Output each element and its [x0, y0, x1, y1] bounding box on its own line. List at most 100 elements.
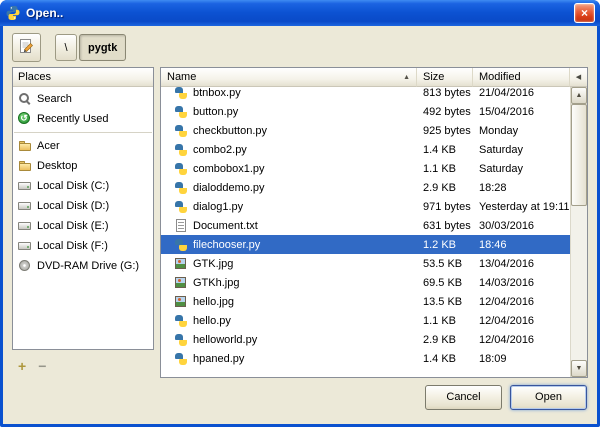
file-row[interactable]: dialoddemo.py 2.9 KB 18:28 [161, 178, 570, 197]
recent-icon [17, 112, 32, 126]
file-name: button.py [193, 105, 239, 118]
jpg-icon [174, 276, 188, 290]
file-name: hello.py [193, 314, 231, 327]
file-name: combobox1.py [193, 162, 265, 175]
file-list-body: btnbox.py 813 bytes 21/04/2016 button.py… [161, 87, 570, 377]
cancel-button[interactable]: Cancel [425, 384, 502, 410]
place-item[interactable]: Local Disk (C:) [13, 176, 153, 196]
file-modified: Saturday [479, 143, 524, 156]
file-size: 2.9 KB [423, 181, 457, 194]
disk-icon [18, 179, 32, 193]
file-size: 53.5 KB [423, 257, 463, 270]
py-icon [174, 105, 188, 119]
remove-place-button[interactable]: − [38, 359, 46, 373]
folder-icon [18, 139, 32, 153]
file-size: 925 bytes [423, 124, 471, 137]
py-icon [174, 238, 188, 252]
file-row[interactable]: GTK.jpg 53.5 KB 13/04/2016 [161, 254, 570, 273]
file-size: 2.9 KB [423, 333, 457, 346]
file-row[interactable]: filechooser.py 1.2 KB 18:46 [161, 235, 570, 254]
place-item[interactable]: Acer [13, 136, 153, 156]
place-item[interactable]: DVD-RAM Drive (G:) [13, 256, 153, 276]
file-row[interactable]: combo2.py 1.4 KB Saturday [161, 140, 570, 159]
place-label: Search [37, 93, 72, 105]
file-row[interactable]: checkbutton.py 925 bytes Monday [161, 121, 570, 140]
scrollbar-thumb[interactable] [571, 104, 587, 206]
file-size: 492 bytes [423, 105, 471, 118]
file-modified: 21/04/2016 [479, 87, 535, 99]
size-column-label: Size [423, 71, 445, 83]
sort-ascending-icon: ▲ [403, 73, 410, 81]
file-name: dialog1.py [193, 200, 244, 213]
column-header-size[interactable]: Size [417, 68, 473, 87]
py-icon [174, 181, 188, 195]
file-modified: 18:28 [479, 181, 507, 194]
file-name: helloworld.py [193, 333, 258, 346]
place-label: Desktop [37, 160, 78, 172]
scroll-up-button[interactable]: ▲ [571, 87, 587, 104]
file-row[interactable]: hpaned.py 1.4 KB 18:09 [161, 349, 570, 368]
column-scroll-left-button[interactable]: ◀ [570, 68, 587, 87]
file-name: btnbox.py [193, 87, 241, 99]
open-button[interactable]: Open [510, 384, 587, 410]
file-size: 1.4 KB [423, 143, 457, 156]
scroll-down-button[interactable]: ▼ [571, 360, 587, 377]
pencil-icon [18, 38, 35, 58]
name-column-label: Name [167, 71, 197, 83]
place-item[interactable]: Search [13, 89, 153, 109]
places-header-label: Places [18, 71, 52, 83]
dialog-footer: Cancel Open [3, 378, 597, 424]
file-name: Document.txt [193, 219, 258, 232]
place-label: Acer [37, 140, 60, 152]
places-header[interactable]: Places [13, 68, 153, 87]
file-row[interactable]: hello.jpg 13.5 KB 12/04/2016 [161, 292, 570, 311]
place-item[interactable]: Local Disk (D:) [13, 196, 153, 216]
minus-icon: − [38, 358, 47, 374]
titlebar[interactable]: Open.. × [0, 0, 600, 26]
place-item[interactable]: Local Disk (E:) [13, 216, 153, 236]
jpg-icon [174, 295, 188, 309]
file-row[interactable]: GTKh.jpg 69.5 KB 14/03/2016 [161, 273, 570, 292]
type-filename-button[interactable] [12, 33, 41, 62]
file-row[interactable]: btnbox.py 813 bytes 21/04/2016 [161, 87, 570, 102]
file-row[interactable]: Document.txt 631 bytes 30/03/2016 [161, 216, 570, 235]
file-name: GTK.jpg [193, 257, 234, 270]
jpg-icon [174, 257, 188, 271]
py-icon [174, 352, 188, 366]
file-row[interactable]: helloworld.py 2.9 KB 12/04/2016 [161, 330, 570, 349]
column-headers: Name ▲ Size Modified ◀ [161, 68, 587, 87]
open-dialog: Open.. × \ pygtk Places Search ↺ Recentl… [0, 0, 600, 427]
add-place-button[interactable]: + [18, 359, 26, 373]
file-row[interactable]: dialog1.py 971 bytes Yesterday at 19:11 [161, 197, 570, 216]
place-item[interactable]: Recently Used [13, 109, 153, 129]
file-modified: Monday [479, 124, 519, 137]
file-size: 813 bytes [423, 87, 471, 99]
file-name: hello.jpg [193, 295, 234, 308]
file-row[interactable]: combobox1.py 1.1 KB Saturday [161, 159, 570, 178]
file-modified: 15/04/2016 [479, 105, 535, 118]
file-list-panel: Name ▲ Size Modified ◀ btnbox.py 813 byt… [160, 67, 588, 378]
file-name: hpaned.py [193, 352, 245, 365]
file-modified: 12/04/2016 [479, 314, 535, 327]
places-actions: + − [12, 350, 154, 378]
file-row[interactable]: button.py 492 bytes 15/04/2016 [161, 102, 570, 121]
toolbar: \ pygtk [3, 26, 597, 67]
py-icon [174, 162, 188, 176]
modified-column-label: Modified [479, 71, 521, 83]
place-label: Local Disk (D:) [37, 200, 110, 212]
path-root-button[interactable]: \ [55, 34, 77, 61]
folder-icon [18, 159, 32, 173]
file-row[interactable]: hello.py 1.1 KB 12/04/2016 [161, 311, 570, 330]
py-icon [174, 314, 188, 328]
vertical-scrollbar[interactable]: ▲ ▼ [570, 87, 587, 377]
py-icon [174, 200, 188, 214]
path-current-folder-button[interactable]: pygtk [79, 34, 127, 61]
place-item[interactable]: Desktop [13, 156, 153, 176]
file-name: dialoddemo.py [193, 181, 265, 194]
column-header-modified[interactable]: Modified [473, 68, 570, 87]
column-header-name[interactable]: Name ▲ [161, 68, 417, 87]
close-icon: × [580, 6, 588, 20]
file-size: 631 bytes [423, 219, 471, 232]
close-button[interactable]: × [574, 3, 595, 23]
place-item[interactable]: Local Disk (F:) [13, 236, 153, 256]
